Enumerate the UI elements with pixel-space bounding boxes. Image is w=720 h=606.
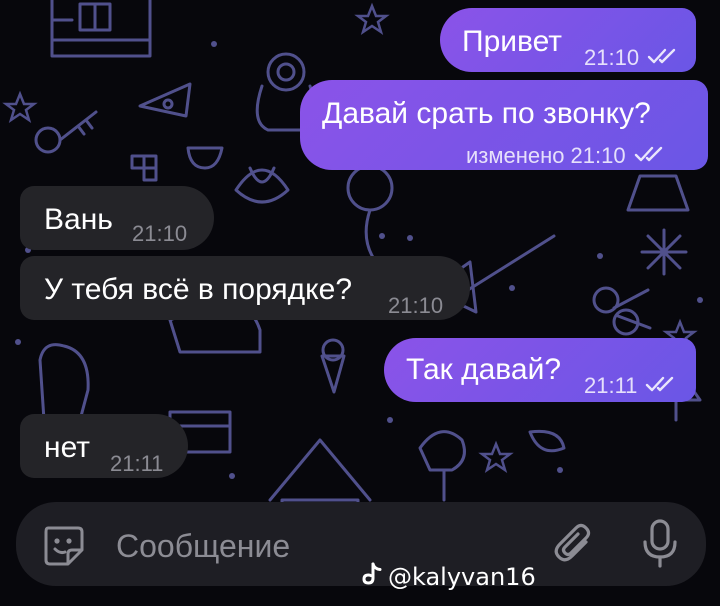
- message-time: 21:10: [584, 45, 640, 70]
- message-meta: 21:10: [388, 288, 443, 324]
- watermark: @kalyvan16: [362, 562, 536, 592]
- message-meta: изменено 21:10: [466, 138, 668, 174]
- microphone-icon[interactable]: [642, 518, 678, 570]
- message-text: нет: [44, 431, 90, 464]
- tiktok-icon: [362, 562, 384, 592]
- double-check-icon: [645, 368, 679, 404]
- message-bubble-incoming[interactable]: Вань 21:10: [20, 186, 214, 250]
- message-time: 21:10: [132, 221, 188, 246]
- double-check-icon: [647, 40, 681, 76]
- message-bubble-incoming[interactable]: нет 21:11: [20, 414, 188, 478]
- message-meta: 21:10: [584, 40, 681, 76]
- message-text: Привет: [462, 25, 563, 58]
- message-bubble-incoming[interactable]: У тебя всё в порядке? 21:10: [20, 256, 470, 320]
- message-bubble-outgoing[interactable]: Привет 21:10: [440, 8, 696, 72]
- message-bubble-outgoing[interactable]: Давай срать по звонку? изменено 21:10: [300, 80, 708, 170]
- message-text: Так давай?: [406, 353, 562, 386]
- message-text: Вань: [44, 203, 113, 236]
- sticker-icon[interactable]: [40, 522, 86, 568]
- message-composer: [16, 502, 706, 586]
- watermark-text: @kalyvan16: [388, 563, 536, 591]
- message-time: 21:11: [110, 451, 164, 476]
- message-time: 21:11: [584, 373, 638, 398]
- message-meta: 21:10: [132, 216, 187, 252]
- message-text: Давай срать по звонку?: [322, 97, 651, 130]
- message-time: 21:10: [388, 293, 444, 318]
- edited-label: изменено: [466, 143, 565, 168]
- message-text: У тебя всё в порядке?: [44, 273, 352, 306]
- message-meta: 21:11: [110, 446, 163, 482]
- paperclip-icon[interactable]: [552, 522, 598, 568]
- message-meta: 21:11: [584, 368, 679, 404]
- message-bubble-outgoing[interactable]: Так давай? 21:11: [384, 338, 696, 402]
- double-check-icon: [634, 138, 668, 174]
- message-time: 21:10: [570, 143, 626, 168]
